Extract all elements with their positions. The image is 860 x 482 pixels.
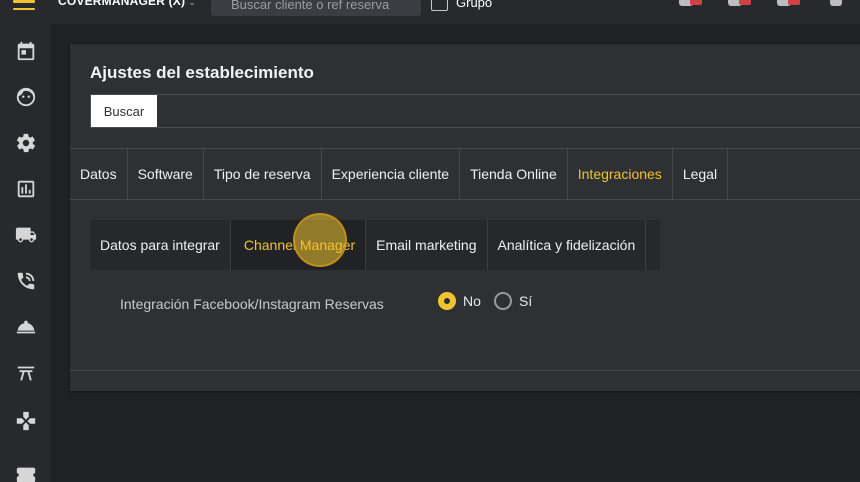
calendar-icon[interactable] [15,40,37,62]
tab-experiencia-cliente[interactable]: Experiencia cliente [322,149,461,199]
message-notification-icon[interactable] [777,0,801,7]
tab-datos[interactable]: Datos [70,149,128,199]
radio-dot[interactable] [438,292,456,310]
radio-no[interactable]: No [438,292,481,310]
venue-selector[interactable]: COVERMANAGER (X) ⌄ [58,0,196,8]
settings-search: Buscar [90,94,860,128]
bell-notification-icon[interactable] [728,0,752,7]
tab-legal[interactable]: Legal [673,149,729,199]
chevron-down-icon: ⌄ [188,0,196,7]
user-notification-icon[interactable] [679,0,703,7]
settings-card: Ajustes del establecimiento Buscar Datos… [70,44,860,391]
radio-label: No [463,293,481,309]
subtab-analitica-fidelizacion[interactable]: Analítica y fidelización [488,220,647,270]
table-icon[interactable] [15,362,37,384]
tab-software[interactable]: Software [128,149,204,199]
tab-tienda-online[interactable]: Tienda Online [460,149,568,199]
subtab-datos-para-integrar[interactable]: Datos para integrar [90,220,231,270]
group-label: Grupo [456,0,493,10]
sub-tabs: Datos para integrar Channel Manager Emai… [90,220,660,270]
phone-icon[interactable] [15,270,37,292]
truck-icon[interactable] [15,224,37,246]
page-title: Ajustes del establecimiento [90,63,314,82]
radio-label: Sí [519,293,533,309]
face-icon[interactable] [15,86,37,108]
main-tabs: Datos Software Tipo de reserva Experienc… [70,148,860,200]
ticket-icon[interactable] [15,464,37,482]
card-divider [70,370,860,371]
subtab-email-marketing[interactable]: Email marketing [366,220,488,270]
subtab-channel-manager[interactable]: Channel Manager [230,220,367,270]
search-button[interactable]: Buscar [91,95,157,127]
gear-icon[interactable] [15,132,37,154]
radio-si[interactable]: Sí [494,292,532,310]
gamepad-icon[interactable] [15,410,37,432]
search-input[interactable] [211,0,421,16]
room-service-icon[interactable] [15,316,37,338]
setting-label: Integración Facebook/Instagram Reservas [120,296,384,312]
group-checkbox[interactable]: Grupo [431,0,492,11]
home-icon[interactable] [830,0,844,7]
top-bar: COVERMANAGER (X)⌄ Grupo [0,0,860,24]
tab-integraciones[interactable]: Integraciones [568,149,673,199]
bar-chart-icon[interactable] [15,178,37,200]
tab-tipo-de-reserva[interactable]: Tipo de reserva [204,149,322,199]
radio-dot[interactable] [494,292,512,310]
venue-name: COVERMANAGER (X) [58,0,186,8]
checkbox-box[interactable] [431,0,448,11]
sidebar [0,24,50,482]
menu-icon[interactable] [13,0,35,10]
